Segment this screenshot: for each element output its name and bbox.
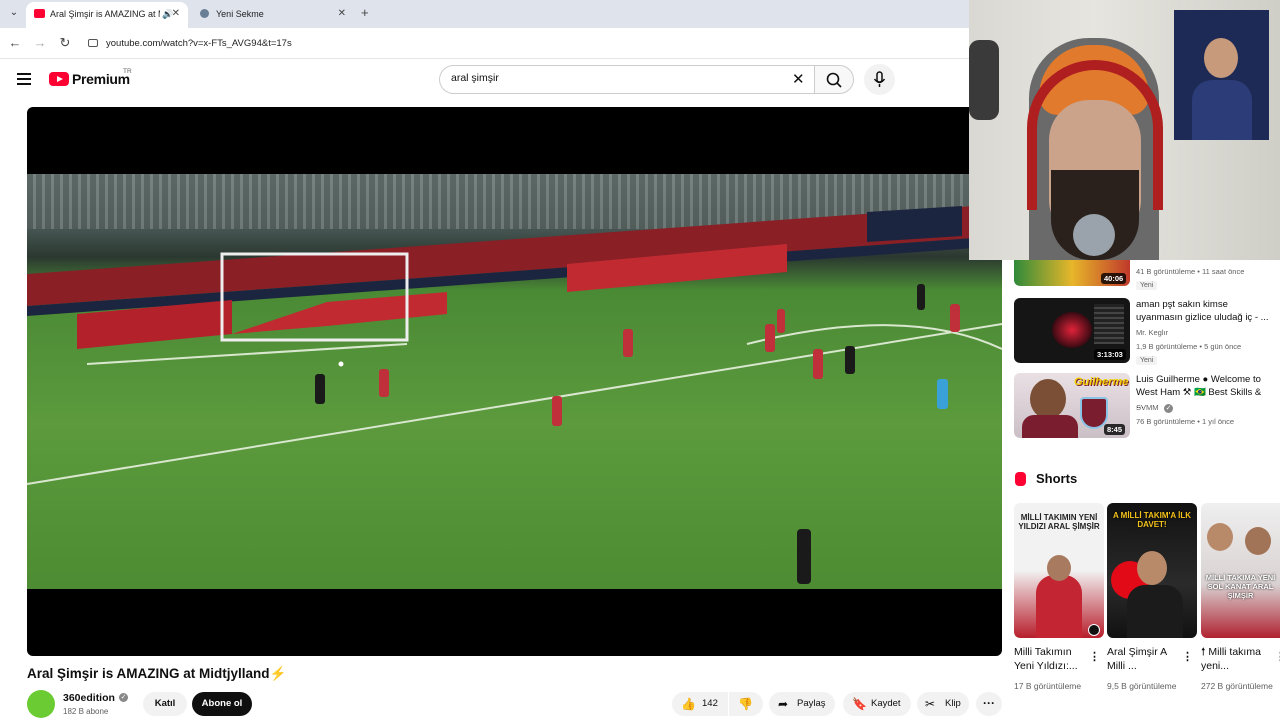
framed-poster: [1174, 10, 1269, 140]
close-tab-icon[interactable]: ✕: [338, 2, 346, 26]
youtube-logo-icon[interactable]: [49, 72, 69, 86]
channel-avatar[interactable]: [27, 690, 55, 718]
new-badge: Yeni: [1136, 356, 1158, 365]
microphone-icon: [873, 71, 886, 87]
reload-icon[interactable]: ↻: [57, 35, 73, 51]
url-text: youtube.com/watch?v=x-FTs_AVG94&t=17s: [106, 38, 292, 49]
thumbs-up-icon: 👍: [681, 697, 696, 711]
channel-name[interactable]: Mr. Keglır: [1136, 328, 1168, 337]
video-duration: 3:13:03: [1094, 349, 1126, 360]
more-actions-icon[interactable]: ···: [976, 692, 1002, 716]
video-title[interactable]: aman pşt sakın kimse uyanmasın gizlice u…: [1136, 298, 1271, 324]
clip-label: Klip: [945, 698, 961, 709]
youtube-favicon-icon: [34, 9, 45, 18]
logo-text[interactable]: Premium: [72, 71, 130, 87]
microphone-pop-filter: [1073, 214, 1115, 256]
dislike-button[interactable]: 👎: [729, 692, 763, 716]
video-title: Aral Şimşir is AMAZING at Midtjylland⚡: [27, 666, 287, 681]
search-input-value: aral şimşir: [451, 72, 499, 84]
like-count: 142: [702, 698, 718, 709]
video-meta: 1,9 B görüntüleme • 5 gün önce: [1136, 342, 1242, 351]
short-caption: MİLLİ TAKIMIN YENİ YILDIZI ARAL ŞİMŞİR: [1018, 513, 1100, 531]
shorts-logo-icon: [1015, 472, 1026, 486]
team-crest-icon: [1088, 624, 1100, 636]
logo-country-badge: TR: [123, 68, 132, 75]
share-arrow-icon: ➦: [778, 697, 789, 711]
new-badge: Yeni: [1136, 281, 1158, 290]
save-button[interactable]: 🔖 Kaydet: [843, 692, 911, 716]
thumbs-down-icon: 👎: [738, 697, 753, 711]
short-title[interactable]: 🠕 Milli takıma yeni...: [1201, 645, 1275, 673]
verified-check-icon: ✓: [1164, 404, 1173, 413]
share-button[interactable]: ➦ Paylaş: [769, 692, 835, 716]
clip-button[interactable]: ✂ Klip: [917, 692, 969, 716]
short-thumbnail[interactable]: MİLLİ TAKIMIN YENİ YILDIZI ARAL ŞİMŞİR: [1014, 503, 1104, 638]
short-title[interactable]: Aral Şimşir A Milli ...: [1107, 645, 1187, 673]
short-more-icon[interactable]: ⋮: [1182, 650, 1193, 663]
short-title-text: Milli takıma yeni...: [1201, 646, 1261, 672]
short-views: 272 B görüntüleme: [1201, 681, 1273, 691]
site-info-icon[interactable]: [88, 39, 98, 47]
clear-search-icon[interactable]: ✕: [792, 70, 805, 88]
back-arrow-icon[interactable]: ←: [7, 35, 23, 50]
video-duration: 40:06: [1101, 273, 1127, 284]
short-views: 17 B görüntüleme: [1014, 681, 1082, 691]
menu-hamburger-icon[interactable]: [17, 73, 31, 88]
url-field[interactable]: youtube.com/watch?v=x-FTs_AVG94&t=17s: [88, 33, 968, 55]
short-title[interactable]: Milli Takımın Yeni Yıldızı:...: [1014, 645, 1094, 673]
channel-name[interactable]: 360edition: [63, 692, 115, 704]
share-label: Paylaş: [797, 698, 826, 709]
short-caption: A MİLLİ TAKIM'A İLK DAVET!: [1112, 511, 1192, 529]
globe-favicon-icon: [200, 9, 209, 18]
save-label: Kaydet: [871, 698, 901, 709]
tab-list-chevron-icon[interactable]: ⌄: [6, 5, 22, 21]
bookmark-icon: 🔖: [852, 697, 867, 711]
video-meta: 41 B görüntüleme • 11 saat önce: [1136, 267, 1245, 276]
video-player[interactable]: [27, 107, 1002, 656]
tab-title: Aral Şimşir is AMAZING at Midtjylland: [50, 9, 160, 19]
join-button[interactable]: Katıl: [143, 692, 187, 716]
search-button[interactable]: [814, 65, 854, 94]
channel-name[interactable]: SVMM: [1136, 403, 1159, 412]
search-icon: [826, 72, 842, 88]
short-caption: MİLLİ TAKIMA YENİ SOL KANAT ARAL ŞİMŞİR: [1205, 573, 1276, 600]
tab-new-tab[interactable]: Yeni Sekme ✕: [192, 2, 354, 28]
stadium-ad-boards: [27, 204, 1002, 584]
short-thumbnail[interactable]: MİLLİ TAKIMA YENİ SOL KANAT ARAL ŞİMŞİR: [1201, 503, 1280, 638]
video-duration: 8:45: [1104, 424, 1126, 435]
like-button[interactable]: 👍 142: [672, 692, 728, 716]
shorts-heading: Shorts: [1036, 471, 1078, 486]
voice-search-button[interactable]: [864, 64, 895, 95]
streamer-webcam-overlay: [969, 0, 1280, 260]
short-thumbnail[interactable]: A MİLLİ TAKIM'A İLK DAVET!: [1107, 503, 1197, 638]
subscriber-count: 182 B abone: [63, 707, 109, 716]
scissors-icon: ✂: [925, 697, 936, 711]
subscribe-button[interactable]: Abone ol: [192, 692, 252, 716]
thumbnail-text: Guilherme: [1074, 376, 1129, 388]
tab-youtube-video[interactable]: Aral Şimşir is AMAZING at Midtjylland 🔊 …: [26, 2, 188, 28]
red-headset: [1027, 60, 1163, 210]
forward-arrow-icon[interactable]: →: [32, 35, 48, 50]
tab-title: Yeni Sekme: [216, 9, 264, 19]
video-frame-football-match: [27, 174, 1002, 589]
short-more-icon[interactable]: ⋮: [1275, 650, 1280, 663]
new-tab-plus-icon[interactable]: +: [361, 5, 369, 20]
verified-check-icon: ✓: [119, 693, 128, 702]
short-more-icon[interactable]: ⋮: [1089, 650, 1100, 663]
short-views: 9,5 B görüntüleme: [1107, 681, 1177, 691]
video-meta: 76 B görüntüleme • 1 yıl önce: [1136, 417, 1235, 426]
close-tab-icon[interactable]: ✕: [172, 2, 180, 26]
